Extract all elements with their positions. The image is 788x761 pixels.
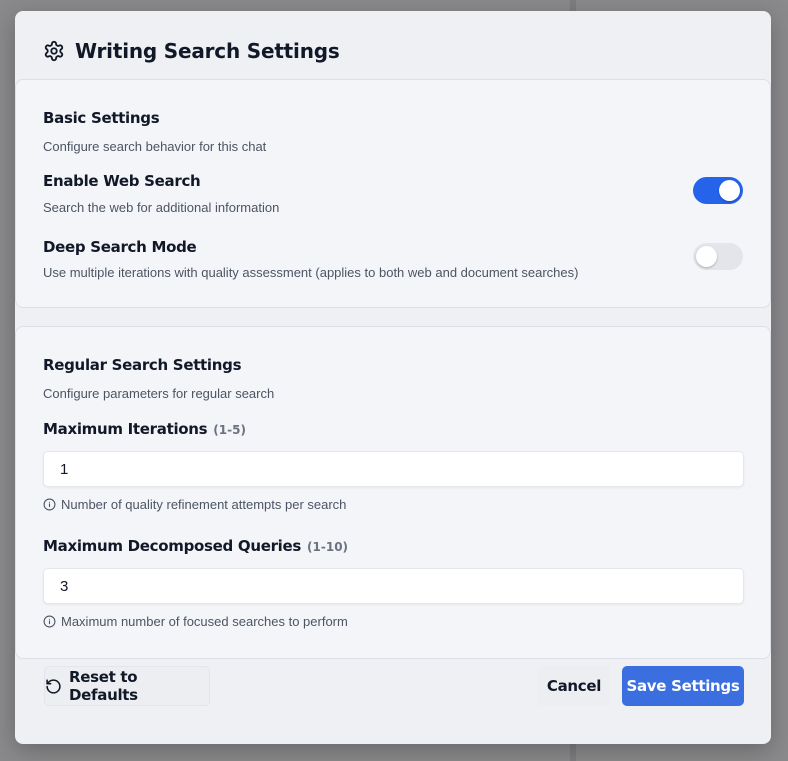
regular-settings-description: Configure parameters for regular search	[43, 386, 275, 401]
max-iterations-hint-text: Number of quality refinement attempts pe…	[61, 497, 347, 512]
reset-defaults-label: Reset to Defaults	[69, 668, 138, 704]
dialog-title: Writing Search Settings	[75, 39, 340, 63]
basic-settings-title: Basic Settings	[43, 109, 160, 127]
toggle-knob	[696, 246, 717, 267]
max-queries-range: (1-10)	[307, 540, 349, 554]
regular-settings-card: Regular Search Settings Configure parame…	[15, 326, 771, 659]
max-queries-hint: Maximum number of focused searches to pe…	[43, 614, 348, 629]
web-search-label: Enable Web Search	[43, 172, 201, 190]
max-queries-label-text: Maximum Decomposed Queries	[43, 537, 302, 555]
dialog-header: Writing Search Settings	[43, 37, 340, 65]
max-iterations-input[interactable]	[43, 451, 744, 487]
max-iterations-range: (1-5)	[213, 423, 246, 437]
basic-settings-description: Configure search behavior for this chat	[43, 139, 267, 154]
deep-search-toggle[interactable]	[693, 243, 743, 270]
basic-settings-card: Basic Settings Configure search behavior…	[15, 79, 771, 308]
max-iterations-label: Maximum Iterations (1-5)	[43, 420, 246, 438]
deep-search-label: Deep Search Mode	[43, 238, 197, 256]
max-queries-label: Maximum Decomposed Queries (1-10)	[43, 537, 348, 555]
deep-search-description: Use multiple iterations with quality ass…	[43, 265, 579, 280]
max-iterations-label-text: Maximum Iterations	[43, 420, 208, 438]
cancel-button[interactable]: Cancel	[538, 666, 610, 706]
max-queries-input[interactable]	[43, 568, 744, 604]
reset-defaults-button[interactable]: Reset to Defaults	[44, 666, 210, 706]
settings-dialog: Writing Search Settings Basic Settings C…	[15, 11, 771, 744]
max-queries-hint-text: Maximum number of focused searches to pe…	[61, 614, 348, 629]
save-settings-button[interactable]: Save Settings	[622, 666, 744, 706]
info-icon	[43, 615, 56, 628]
web-search-description: Search the web for additional informatio…	[43, 200, 280, 215]
gear-icon	[43, 40, 65, 62]
max-iterations-hint: Number of quality refinement attempts pe…	[43, 497, 346, 512]
toggle-knob	[719, 180, 740, 201]
regular-settings-title: Regular Search Settings	[43, 356, 242, 374]
reset-icon	[45, 678, 62, 695]
info-icon	[43, 498, 56, 511]
web-search-toggle[interactable]	[693, 177, 743, 204]
